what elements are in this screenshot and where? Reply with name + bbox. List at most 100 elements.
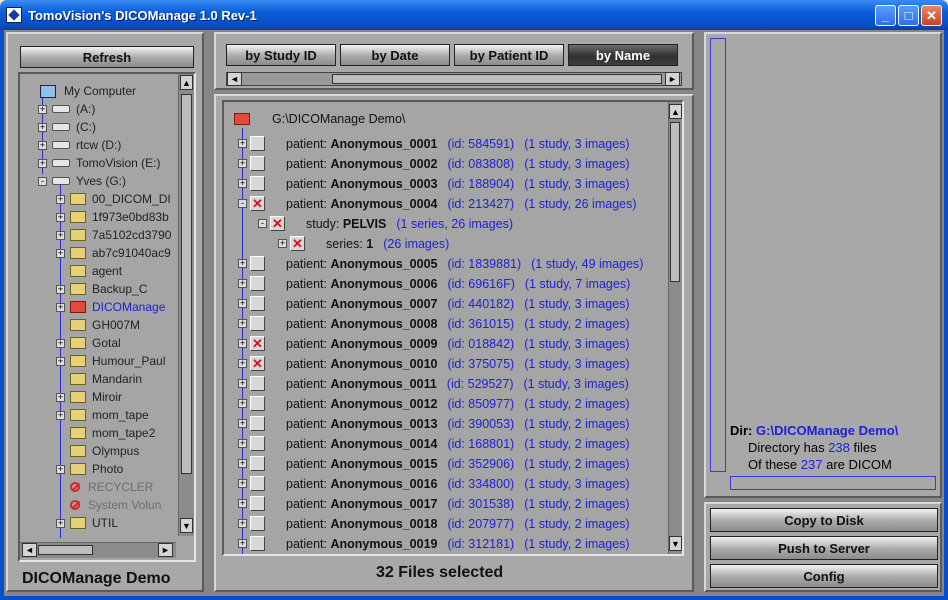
tree-item[interactable]: RECYCLER [70,478,153,496]
patient-row[interactable]: patient: Anonymous_0015 (id: 352906) (1 st… [286,454,630,474]
select-checkbox[interactable] [250,496,265,511]
expand-icon[interactable]: + [56,303,65,312]
select-checkbox[interactable] [270,216,285,231]
select-checkbox[interactable] [250,336,265,351]
expand-icon[interactable]: + [238,519,247,528]
tree-item[interactable]: System Volun [70,496,161,514]
patient-row[interactable]: patient: Anonymous_0001 (id: 584591) (1 st… [286,134,630,154]
expand-icon[interactable]: + [238,419,247,428]
collapse-icon[interactable]: - [238,199,247,208]
select-checkbox[interactable] [250,416,265,431]
patient-row[interactable]: patient: Anonymous_0005 (id: 1839881) (1 s… [286,254,643,274]
sort-tab[interactable]: by Patient ID [454,44,564,66]
expand-icon[interactable]: + [238,399,247,408]
tree-item[interactable]: mom_tape [70,406,149,424]
expand-icon[interactable]: + [238,339,247,348]
scroll-down-icon[interactable]: ▼ [180,518,193,533]
expand-icon[interactable]: + [56,231,65,240]
scroll-left-icon[interactable]: ◄ [227,72,242,86]
patient-row[interactable]: patient: Anonymous_0019 (id: 312181) (1 st… [286,534,630,554]
patient-row[interactable]: patient: Anonymous_0004 (id: 213427) (1 st… [286,194,637,214]
push-to-server-button[interactable]: Push to Server [710,536,938,560]
expand-icon[interactable]: + [56,339,65,348]
expand-icon[interactable]: + [238,139,247,148]
tree-item[interactable]: Yves (G:) [52,172,126,190]
select-checkbox[interactable] [250,276,265,291]
patient-row[interactable]: patient: Anonymous_0016 (id: 334800) (1 st… [286,474,630,494]
sort-tab[interactable]: by Date [340,44,450,66]
tree-item[interactable]: Olympus [70,442,139,460]
tree-item[interactable]: My Computer [40,82,136,100]
select-checkbox[interactable] [250,296,265,311]
patient-row[interactable]: patient: Anonymous_0007 (id: 440182) (1 st… [286,294,630,314]
tree-item[interactable]: Gotal [70,334,121,352]
select-checkbox[interactable] [250,516,265,531]
expand-icon[interactable]: + [56,411,65,420]
expand-icon[interactable]: + [238,539,247,548]
expand-icon[interactable]: + [56,285,65,294]
expand-icon[interactable]: + [238,439,247,448]
expand-icon[interactable]: + [238,159,247,168]
expand-icon[interactable]: + [238,179,247,188]
sort-scroll-thumb[interactable] [332,74,662,84]
expand-icon[interactable]: + [238,319,247,328]
select-checkbox[interactable] [250,176,265,191]
expand-icon[interactable]: + [238,299,247,308]
tree-vertical-scrollbar[interactable]: ▲ ▼ [178,74,194,536]
select-checkbox[interactable] [250,156,265,171]
sort-tab[interactable]: by Study ID [226,44,336,66]
patient-row[interactable]: patient: Anonymous_0006 (id: 69616F) (1 st… [286,274,630,294]
tree-item[interactable]: GH007M [70,316,140,334]
patient-row[interactable]: patient: Anonymous_0011 (id: 529527) (1 st… [286,374,629,394]
patient-row[interactable]: patient: Anonymous_0017 (id: 301538) (1 st… [286,494,630,514]
expand-icon[interactable]: + [56,357,65,366]
expand-icon[interactable]: + [238,359,247,368]
expand-icon[interactable]: + [56,519,65,528]
config-button[interactable]: Config [710,564,938,588]
tree-horizontal-scrollbar[interactable]: ◄ ► [20,542,176,558]
patient-row[interactable]: patient: Anonymous_0010 (id: 375075) (1 st… [286,354,630,374]
patient-row[interactable]: patient: Anonymous_0002 (id: 083808) (1 st… [286,154,630,174]
copy-to-disk-button[interactable]: Copy to Disk [710,508,938,532]
tree-hscroll-thumb[interactable] [38,545,93,555]
select-checkbox[interactable] [250,456,265,471]
expand-icon[interactable]: + [38,105,47,114]
tree-item[interactable]: 7a5102cd3790 [70,226,171,244]
select-checkbox[interactable] [250,136,265,151]
expand-icon[interactable]: + [238,379,247,388]
maximize-button[interactable]: □ [898,5,919,26]
expand-icon[interactable]: + [238,459,247,468]
patient-row[interactable]: patient: Anonymous_0009 (id: 018842) (1 st… [286,334,630,354]
tree-item[interactable]: 1f973e0bd83b [70,208,169,226]
patient-row[interactable]: patient: Anonymous_0018 (id: 207977) (1 st… [286,514,630,534]
expand-icon[interactable]: + [56,393,65,402]
collapse-icon[interactable]: - [38,177,47,186]
tree-item[interactable]: 00_DICOM_DI [70,190,171,208]
patient-row[interactable]: patient: Anonymous_0013 (id: 390053) (1 st… [286,414,630,434]
tree-item[interactable]: rtcw (D:) [52,136,121,154]
sort-horizontal-scrollbar[interactable]: ◄ ► [226,72,682,86]
tree-item[interactable]: (C:) [52,118,96,136]
root-row[interactable]: G:\DICOManage Demo\ [234,112,405,126]
select-checkbox[interactable] [250,316,265,331]
app-icon[interactable] [6,7,22,23]
dicom-vertical-scrollbar[interactable]: ▲ ▼ [668,102,682,554]
collapse-icon[interactable]: - [258,219,267,228]
expand-icon[interactable]: + [238,499,247,508]
close-button[interactable]: ✕ [921,5,942,26]
folder-tree[interactable]: My Computer (A:) + (C:) + rtcw (D:) + TomoVisio… [18,72,196,562]
tree-scroll-thumb[interactable] [181,94,192,474]
tree-item[interactable]: Miroir [70,388,122,406]
tree-item[interactable]: mom_tape2 [70,424,155,442]
patient-row[interactable]: patient: Anonymous_0008 (id: 361015) (1 st… [286,314,630,334]
title-bar[interactable]: TomoVision's DICOManage 1.0 Rev-1 _ □ ✕ [0,0,948,30]
select-checkbox[interactable] [250,536,265,551]
tree-item[interactable]: Photo [70,460,123,478]
scroll-right-icon[interactable]: ► [665,72,680,86]
select-checkbox[interactable] [250,256,265,271]
expand-icon[interactable]: + [38,141,47,150]
select-checkbox[interactable] [250,196,265,211]
tree-item[interactable]: ab7c91040ac9 [70,244,171,262]
patient-row[interactable]: patient: Anonymous_0014 (id: 168801) (1 st… [286,434,630,454]
refresh-button[interactable]: Refresh [20,46,194,68]
